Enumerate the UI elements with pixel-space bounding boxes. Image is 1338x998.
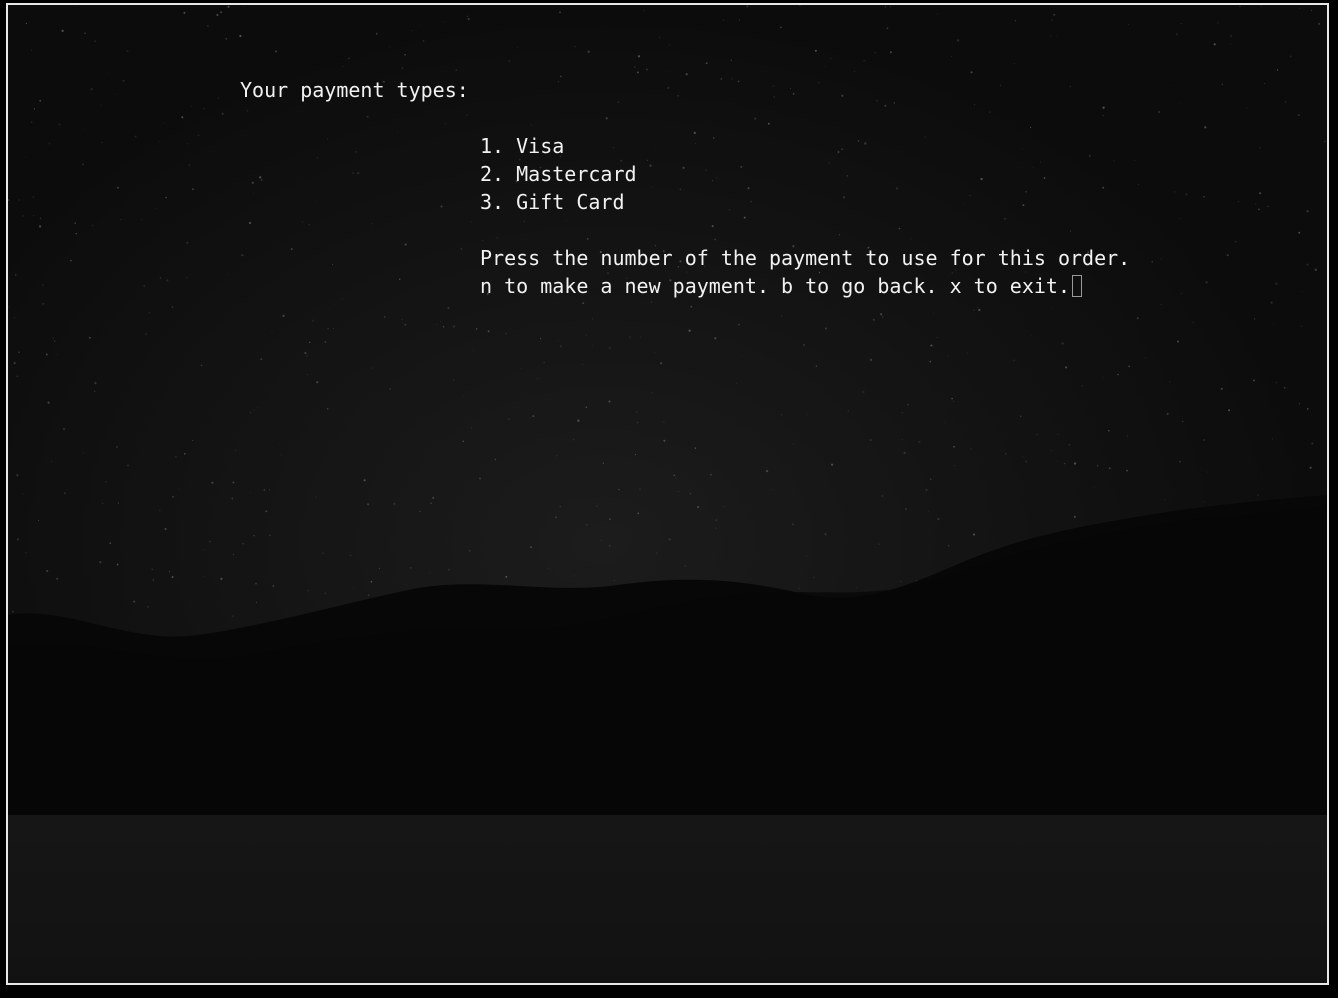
text-cursor[interactable] bbox=[1072, 275, 1083, 297]
select-payment-instruction: Press the number of the payment to use f… bbox=[480, 246, 1131, 270]
payment-option-mastercard: 2. Mastercard bbox=[480, 162, 637, 186]
command-help-text: n to make a new payment. b to go back. x… bbox=[480, 274, 1071, 298]
payment-option-gift-card: 3. Gift Card bbox=[480, 190, 625, 214]
terminal-window[interactable]: Your payment types: 1. Visa 2. Mastercar… bbox=[6, 3, 1329, 985]
payment-option-visa: 1. Visa bbox=[480, 134, 565, 158]
payment-types-heading: Your payment types: bbox=[240, 78, 469, 102]
command-line[interactable]: n to make a new payment. b to go back. x… bbox=[480, 272, 1083, 300]
terminal-output: Your payment types: 1. Visa 2. Mastercar… bbox=[8, 5, 1327, 983]
